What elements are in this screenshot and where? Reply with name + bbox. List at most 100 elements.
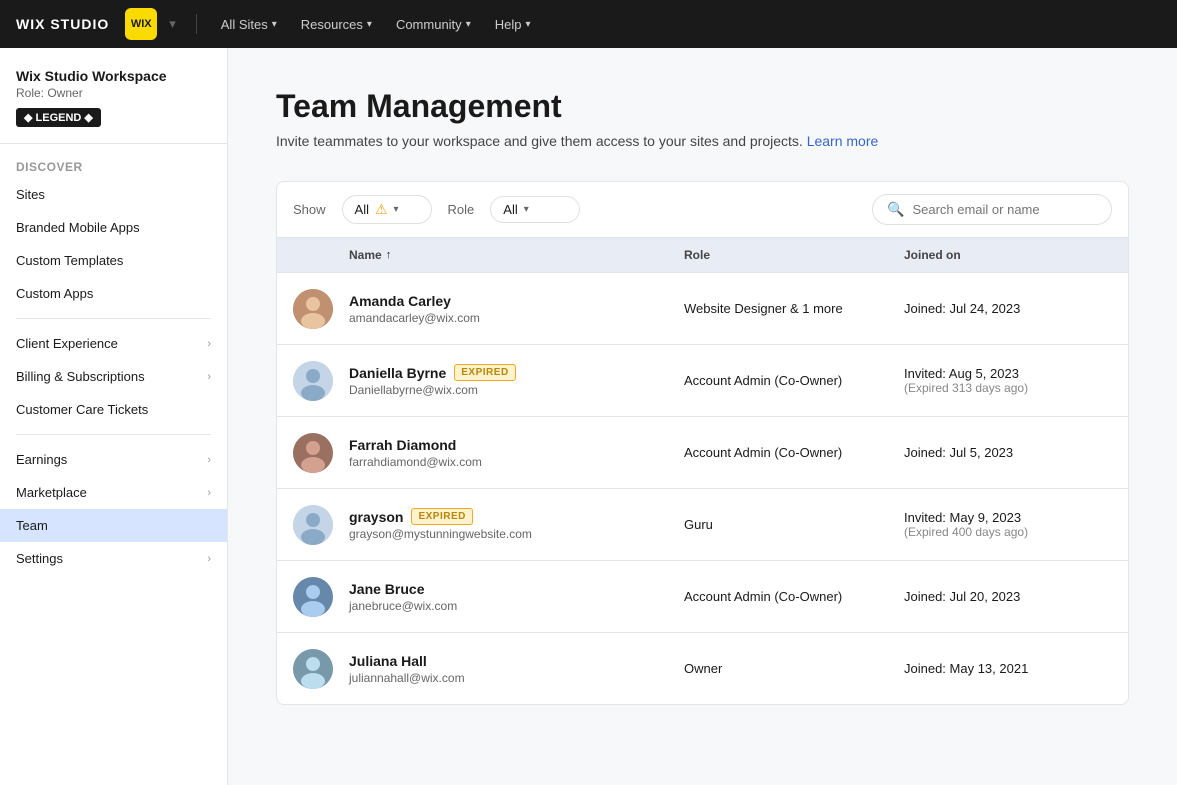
sidebar-item-sites[interactable]: Sites	[0, 178, 227, 211]
avatar-grayson	[293, 505, 333, 545]
avatar-cell-jane	[277, 565, 333, 629]
role-cell-farrah: Account Admin (Co-Owner)	[668, 433, 888, 472]
avatar-cell-farrah	[277, 421, 333, 485]
settings-chevron-icon: ›	[207, 553, 211, 565]
avatar-amanda	[293, 289, 333, 329]
avatar-cell-grayson	[277, 493, 333, 557]
sidebar-divider-2	[16, 434, 211, 435]
sidebar-item-team[interactable]: Team	[0, 509, 227, 542]
header-joined[interactable]: Joined on	[888, 238, 1128, 272]
member-name-daniella: Daniella Byrne	[349, 365, 446, 381]
main-content: Team Management Invite teammates to your…	[228, 48, 1177, 785]
sidebar-item-customer-care-tickets[interactable]: Customer Care Tickets	[0, 393, 227, 426]
billing-chevron-icon: ›	[207, 371, 211, 383]
topnav: WIX STUDIO WIX ▾ All Sites ▾ Resources ▾…	[0, 0, 1177, 48]
earnings-chevron-icon: ›	[207, 454, 211, 466]
expired-badge-daniella: EXPIRED	[454, 364, 515, 381]
sort-icon: ↑	[386, 249, 392, 261]
search-container: 🔍	[872, 194, 1112, 225]
learn-more-link[interactable]: Learn more	[807, 133, 879, 149]
sidebar-item-client-experience[interactable]: Client Experience ›	[0, 327, 227, 360]
community-button[interactable]: Community ▾	[388, 13, 479, 36]
role-cell-daniella: Account Admin (Co-Owner)	[668, 361, 888, 400]
member-name-juliana: Juliana Hall	[349, 653, 427, 669]
member-email-juliana: juliannahall@wix.com	[349, 671, 652, 685]
table-row: grayson EXPIRED grayson@mystunningwebsit…	[277, 488, 1128, 560]
wix-badge: WIX	[125, 8, 157, 40]
sidebar-item-branded-mobile-apps[interactable]: Branded Mobile Apps	[0, 211, 227, 244]
show-filter-select[interactable]: All ⚠ ▾	[342, 195, 432, 224]
table-header: Name ↑ Role Joined on	[277, 238, 1128, 272]
role-value: All	[503, 202, 517, 217]
expired-badge-grayson: EXPIRED	[411, 508, 472, 525]
table-row: Amanda Carley amandacarley@wix.com Websi…	[277, 272, 1128, 344]
avatar-farrah	[293, 433, 333, 473]
show-label: Show	[293, 202, 326, 217]
brand-name: WIX STUDIO	[16, 16, 109, 32]
header-role[interactable]: Role	[668, 238, 888, 272]
site-dropdown-icon[interactable]: ▾	[165, 12, 180, 36]
legend-badge: ◆ LEGEND ◆	[16, 108, 101, 127]
member-cell-jane: Jane Bruce janebruce@wix.com	[333, 569, 668, 625]
community-chevron-icon: ▾	[466, 19, 471, 30]
member-email-jane: janebruce@wix.com	[349, 599, 652, 613]
role-cell-jane: Account Admin (Co-Owner)	[668, 577, 888, 616]
role-label: Role	[448, 202, 475, 217]
role-cell-juliana: Owner	[668, 649, 888, 688]
table-row: Juliana Hall juliannahall@wix.com Owner …	[277, 632, 1128, 704]
marketplace-chevron-icon: ›	[207, 487, 211, 499]
avatar-jane	[293, 577, 333, 617]
member-email-amanda: amandacarley@wix.com	[349, 311, 652, 325]
show-value: All	[355, 202, 369, 217]
member-cell-grayson: grayson EXPIRED grayson@mystunningwebsit…	[333, 496, 668, 553]
member-email-daniella: Daniellabyrne@wix.com	[349, 383, 652, 397]
all-sites-button[interactable]: All Sites ▾	[213, 13, 285, 36]
client-experience-chevron-icon: ›	[207, 338, 211, 350]
member-cell-daniella: Daniella Byrne EXPIRED Daniellabyrne@wix…	[333, 352, 668, 409]
joined-expired-grayson: (Expired 400 days ago)	[904, 525, 1112, 539]
help-button[interactable]: Help ▾	[487, 13, 539, 36]
help-chevron-icon: ▾	[525, 19, 530, 30]
workspace-name: Wix Studio Workspace	[16, 68, 211, 84]
role-chevron-icon: ▾	[524, 204, 529, 215]
role-cell-grayson: Guru	[668, 505, 888, 544]
member-cell-farrah: Farrah Diamond farrahdiamond@wix.com	[333, 425, 668, 481]
sidebar-item-settings[interactable]: Settings ›	[0, 542, 227, 575]
joined-cell-daniella: Invited: Aug 5, 2023 (Expired 313 days a…	[888, 354, 1128, 407]
joined-cell-juliana: Joined: May 13, 2021	[888, 649, 1128, 688]
filter-bar: Show All ⚠ ▾ Role All ▾ 🔍	[276, 181, 1129, 237]
sidebar-item-marketplace[interactable]: Marketplace ›	[0, 476, 227, 509]
table-row: Daniella Byrne EXPIRED Daniellabyrne@wix…	[277, 344, 1128, 416]
member-email-farrah: farrahdiamond@wix.com	[349, 455, 652, 469]
role-filter-select[interactable]: All ▾	[490, 196, 580, 223]
sidebar-item-billing-subscriptions[interactable]: Billing & Subscriptions ›	[0, 360, 227, 393]
avatar-juliana	[293, 649, 333, 689]
member-name-farrah: Farrah Diamond	[349, 437, 456, 453]
member-cell-amanda: Amanda Carley amandacarley@wix.com	[333, 281, 668, 337]
joined-cell-grayson: Invited: May 9, 2023 (Expired 400 days a…	[888, 498, 1128, 551]
avatar-cell-juliana	[277, 637, 333, 701]
member-cell-juliana: Juliana Hall juliannahall@wix.com	[333, 641, 668, 697]
joined-cell-jane: Joined: Jul 20, 2023	[888, 577, 1128, 616]
member-email-grayson: grayson@mystunningwebsite.com	[349, 527, 652, 541]
brand-logo: WIX STUDIO	[16, 16, 109, 32]
joined-cell-farrah: Joined: Jul 5, 2023	[888, 433, 1128, 472]
sidebar-item-earnings[interactable]: Earnings ›	[0, 443, 227, 476]
header-avatar	[277, 238, 333, 272]
header-name[interactable]: Name ↑	[333, 238, 668, 272]
member-name-grayson: grayson	[349, 509, 403, 525]
avatar-daniella	[293, 361, 333, 401]
sidebar-divider-1	[16, 318, 211, 319]
workspace-role: Role: Owner	[16, 86, 211, 100]
member-name-amanda: Amanda Carley	[349, 293, 451, 309]
joined-cell-amanda: Joined: Jul 24, 2023	[888, 289, 1128, 328]
resources-button[interactable]: Resources ▾	[293, 13, 380, 36]
search-input[interactable]	[912, 202, 1097, 217]
resources-chevron-icon: ▾	[367, 19, 372, 30]
sidebar-item-custom-templates[interactable]: Custom Templates	[0, 244, 227, 277]
sidebar-item-custom-apps[interactable]: Custom Apps	[0, 277, 227, 310]
show-chevron-icon: ▾	[394, 204, 399, 215]
avatar-cell-daniella	[277, 349, 333, 413]
all-sites-chevron-icon: ▾	[272, 19, 277, 30]
role-cell-amanda: Website Designer & 1 more	[668, 289, 888, 328]
